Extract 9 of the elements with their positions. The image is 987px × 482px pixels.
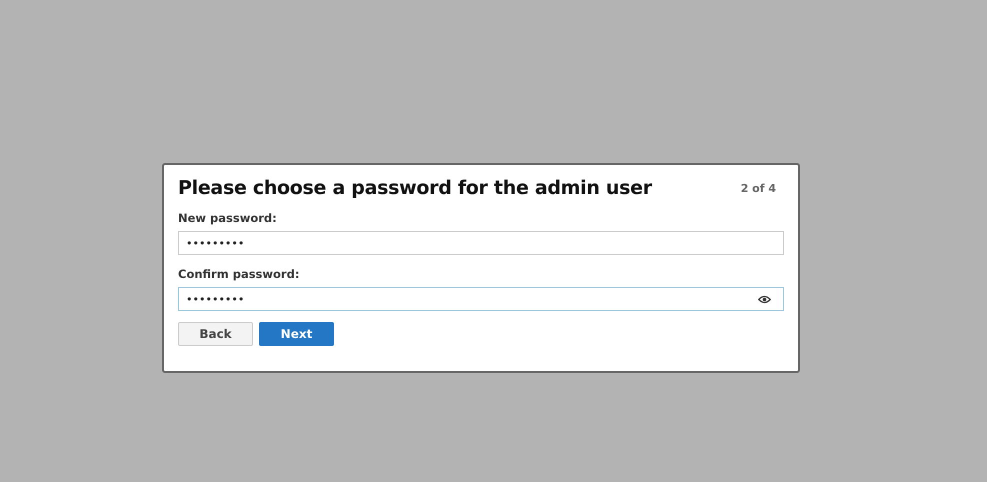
password-field[interactable]: ••••••••• <box>178 231 784 255</box>
password-field[interactable]: ••••••••• <box>178 287 784 311</box>
dialog-title: Please choose a password for the admin user <box>178 177 652 199</box>
field-label: Confirm password: <box>178 267 300 281</box>
action-button[interactable]: Next <box>259 322 334 346</box>
action-button[interactable]: Back <box>178 322 253 346</box>
field-label: New password: <box>178 211 277 225</box>
step-counter: 2 of 4 <box>740 182 776 194</box>
eye-icon[interactable] <box>758 294 771 304</box>
